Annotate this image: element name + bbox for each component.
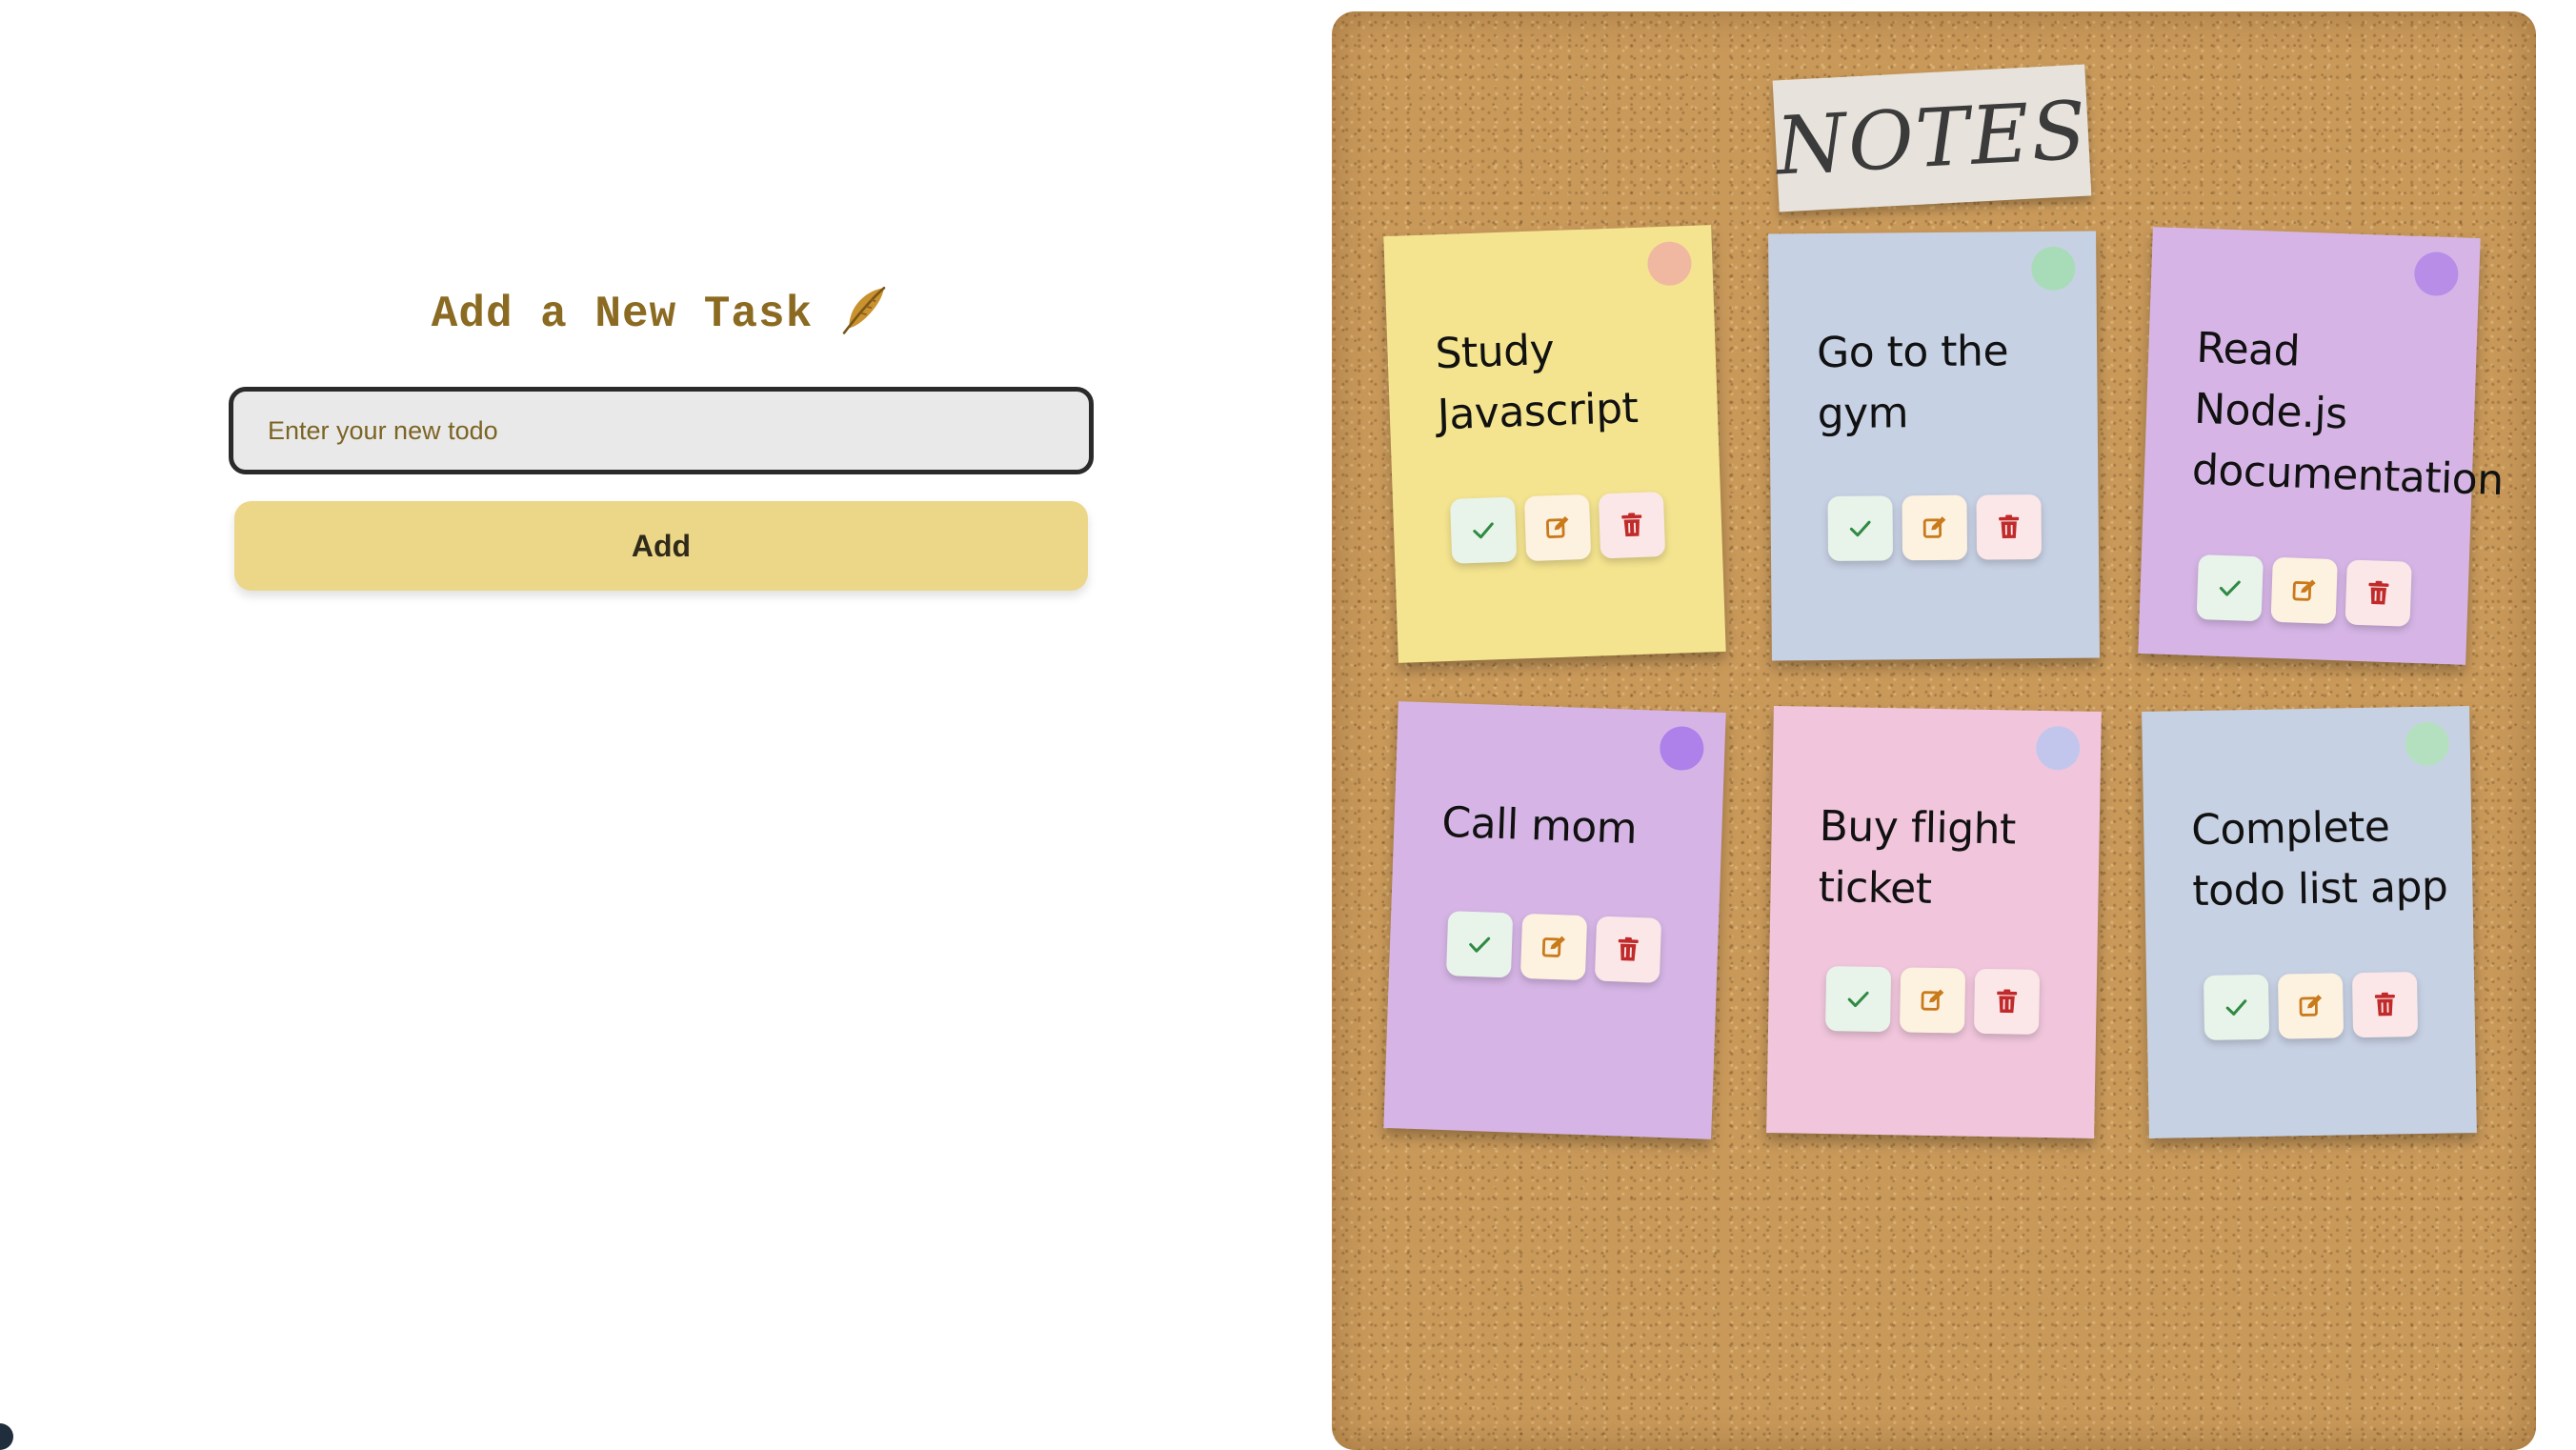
delete-button[interactable]	[2351, 972, 2419, 1038]
note-actions	[2140, 553, 2469, 629]
edit-icon	[1922, 514, 1948, 541]
note-actions	[1393, 490, 1722, 566]
edit-button[interactable]	[1523, 493, 1592, 562]
edit-button[interactable]	[1902, 494, 1968, 561]
complete-button[interactable]	[2196, 554, 2264, 622]
edit-icon	[1919, 987, 1945, 1014]
edit-icon	[1544, 514, 1572, 541]
pin-icon	[2031, 246, 2076, 292]
complete-button[interactable]	[1824, 966, 1892, 1033]
todo-input[interactable]	[229, 387, 1094, 474]
check-icon	[1466, 931, 1494, 958]
edit-button[interactable]	[2270, 556, 2338, 625]
trash-icon	[2365, 579, 2392, 607]
edit-button[interactable]	[1519, 913, 1588, 981]
feather-icon	[842, 286, 886, 334]
complete-button[interactable]	[2203, 974, 2270, 1040]
sticky-note: Call mom	[1383, 701, 1726, 1139]
sticky-note: Read Node.js documentation	[2138, 227, 2505, 665]
complete-button[interactable]	[1827, 495, 1894, 561]
complete-button[interactable]	[1449, 496, 1518, 564]
check-icon	[2223, 994, 2249, 1020]
complete-button[interactable]	[1445, 911, 1514, 978]
check-icon	[1470, 516, 1498, 544]
note-text: Go to the gym	[1816, 327, 2009, 439]
pin-icon	[2405, 721, 2450, 767]
delete-button[interactable]	[1976, 494, 2043, 560]
delete-button[interactable]	[2345, 559, 2412, 627]
trash-icon	[1993, 988, 2020, 1015]
board-title: NOTES	[1772, 64, 2092, 212]
check-icon	[1847, 515, 1874, 542]
edit-button[interactable]	[2277, 973, 2345, 1039]
add-button[interactable]: Add	[234, 501, 1088, 591]
pin-icon	[2413, 251, 2460, 297]
edit-icon	[1540, 934, 1568, 961]
trash-icon	[1996, 514, 2023, 540]
check-icon	[1844, 985, 1871, 1012]
edit-icon	[2290, 576, 2318, 604]
check-icon	[2216, 574, 2244, 602]
edit-button[interactable]	[1899, 967, 1966, 1034]
note-actions	[1770, 493, 2099, 561]
note-text: Complete todo list app	[2190, 802, 2448, 916]
note-text: Buy flight ticket	[1818, 801, 2017, 914]
trash-icon	[1614, 936, 1641, 963]
sticky-note: Study Javascript	[1383, 225, 1726, 663]
edit-icon	[2297, 993, 2324, 1019]
delete-button[interactable]	[1594, 916, 1662, 983]
trash-icon	[2371, 991, 2398, 1017]
note-actions	[2146, 971, 2475, 1041]
note-text: Call mom	[1440, 797, 1639, 854]
pin-icon	[2035, 725, 2081, 771]
delete-button[interactable]	[1973, 968, 2041, 1035]
note-text: Read Node.js documentation	[2191, 323, 2505, 506]
note-text: Study Javascript	[1434, 325, 1640, 440]
pin-icon	[1646, 240, 1693, 287]
note-actions	[1389, 909, 1719, 985]
sticky-note: Complete todo list app	[2142, 706, 2477, 1138]
note-actions	[1768, 965, 2097, 1036]
corner-mark	[0, 1423, 13, 1450]
add-task-form: Add a New Task Add	[229, 276, 1094, 591]
pin-icon	[1659, 725, 1705, 772]
sticky-note: Go to the gym	[1768, 231, 2100, 661]
form-title-text: Add a New Task	[431, 290, 814, 339]
trash-icon	[1619, 512, 1646, 539]
delete-button[interactable]	[1598, 492, 1666, 559]
cork-board: NOTES Study Javascript Go to the gym Read …	[1332, 11, 2536, 1450]
sticky-note: Buy flight ticket	[1766, 706, 2102, 1138]
form-title: Add a New Task	[229, 276, 1094, 352]
